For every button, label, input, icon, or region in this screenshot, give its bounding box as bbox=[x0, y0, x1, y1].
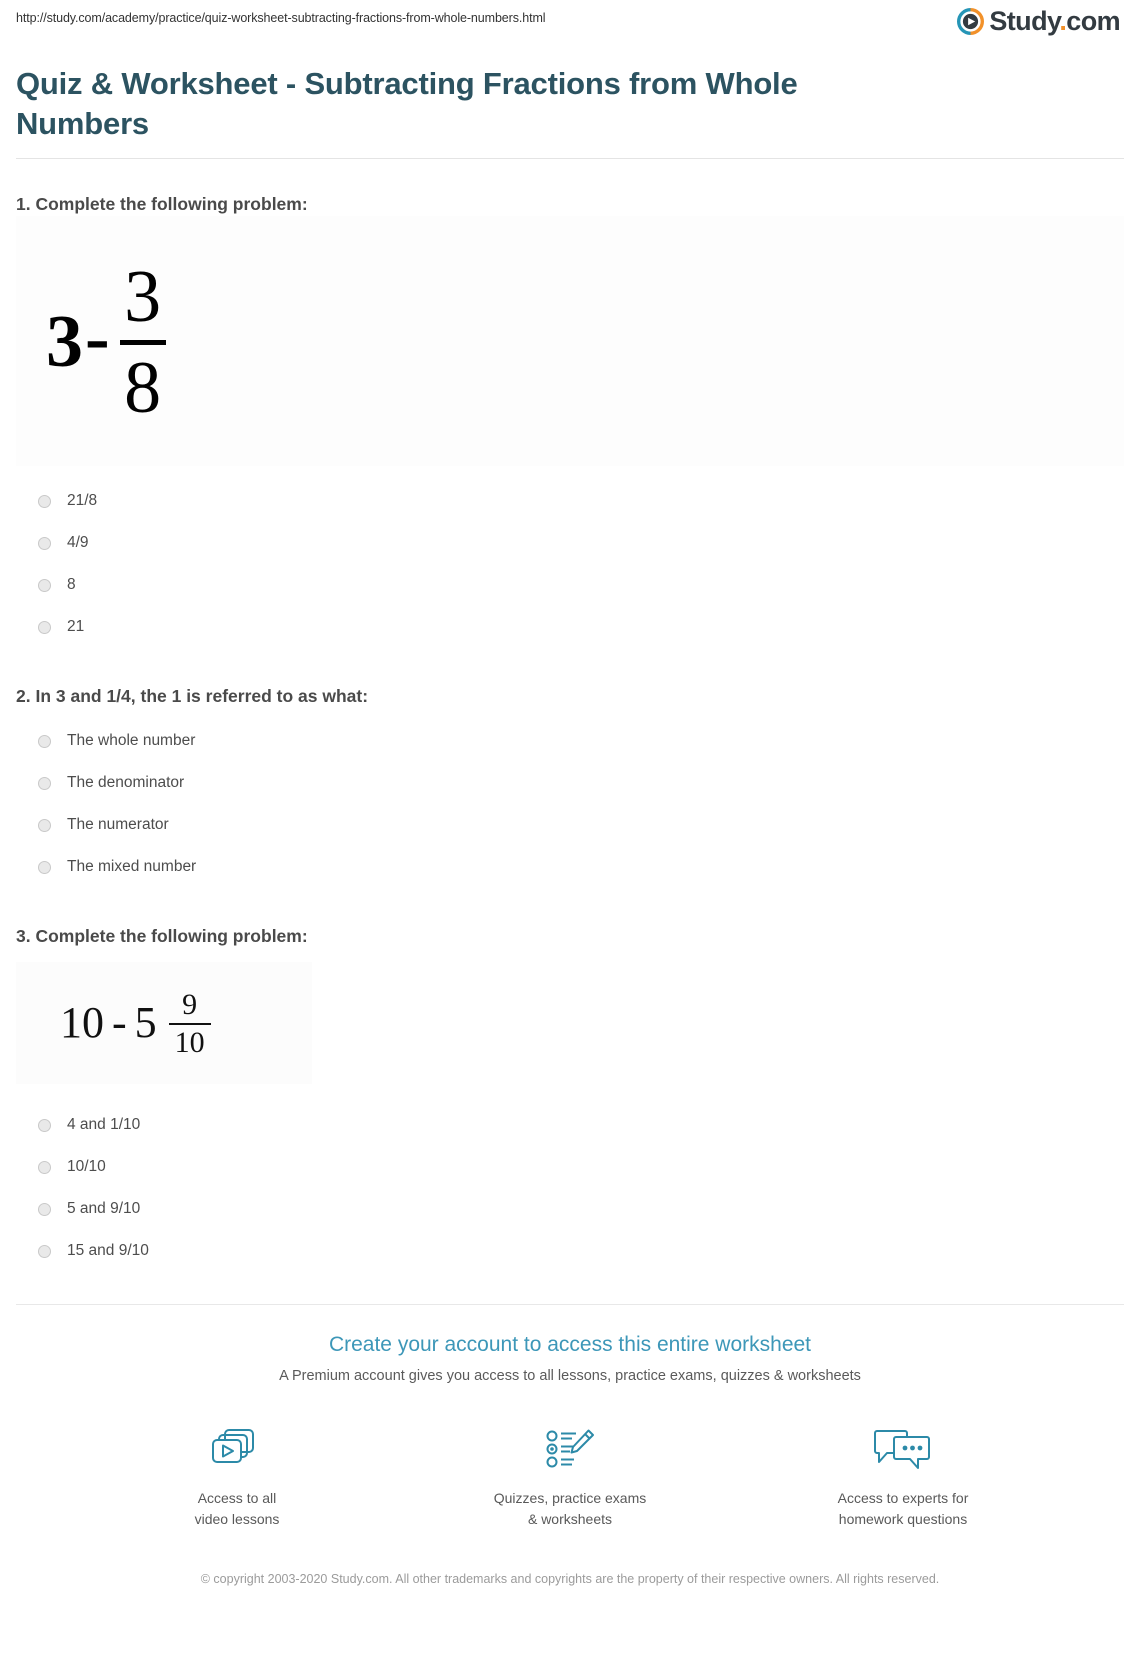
radio-button-icon[interactable] bbox=[38, 1244, 51, 1258]
question-1-options: 21/8 4/9 8 21 bbox=[16, 480, 1124, 648]
option-row[interactable]: 4/9 bbox=[16, 522, 1124, 564]
option-label: 21/8 bbox=[67, 492, 98, 509]
radio-button-icon[interactable] bbox=[38, 776, 51, 790]
option-row[interactable]: 21 bbox=[16, 606, 1124, 648]
math3-numerator: 9 bbox=[182, 988, 198, 1021]
study-com-logo[interactable]: Study.com bbox=[957, 8, 1121, 35]
promo-features: Access to all video lessons Quizzes, pra… bbox=[16, 1424, 1124, 1530]
radio-button-icon[interactable] bbox=[38, 578, 51, 592]
radio-button-icon[interactable] bbox=[38, 860, 51, 874]
option-row[interactable]: 5 and 9/10 bbox=[16, 1188, 1124, 1230]
premium-promo: Create your account to access this entir… bbox=[16, 1305, 1124, 1589]
option-row[interactable]: The whole number bbox=[16, 720, 1124, 762]
page-url: http://study.com/academy/practice/quiz-w… bbox=[16, 11, 546, 25]
math1-denominator: 8 bbox=[124, 346, 162, 429]
option-label: The whole number bbox=[67, 732, 196, 749]
option-label: The denominator bbox=[67, 774, 185, 791]
page-header: http://study.com/academy/practice/quiz-w… bbox=[16, 0, 1124, 52]
option-row[interactable]: The numerator bbox=[16, 804, 1124, 846]
radio-button-icon[interactable] bbox=[38, 1202, 51, 1216]
play-circle-icon bbox=[957, 8, 985, 35]
option-row[interactable]: The mixed number bbox=[16, 846, 1124, 888]
question-3-options: 4 and 1/10 10/10 5 and 9/10 15 and 9/10 bbox=[16, 1104, 1124, 1272]
page-title: Quiz & Worksheet - Subtracting Fractions… bbox=[16, 66, 798, 141]
promo-subtitle: A Premium account gives you access to al… bbox=[279, 1368, 861, 1384]
option-label: 4/9 bbox=[67, 534, 89, 551]
option-row[interactable]: 4 and 1/10 bbox=[16, 1104, 1124, 1146]
math-expression-10-minus-5-and-9-10: 10 - 5 9 10 bbox=[16, 962, 312, 1084]
question-2-prompt: 2. In 3 and 1/4, the 1 is referred to as… bbox=[16, 686, 369, 706]
logo-word-study: Study bbox=[989, 6, 1060, 36]
quiz-pencil-icon bbox=[544, 1424, 596, 1476]
feature-label: Access to all video lessons bbox=[194, 1490, 280, 1527]
radio-button-icon[interactable] bbox=[38, 1118, 51, 1132]
question-1-prompt: 1. Complete the following problem: bbox=[16, 194, 308, 214]
radio-button-icon[interactable] bbox=[38, 536, 51, 550]
math3-denominator: 10 bbox=[174, 1026, 205, 1059]
chat-bubbles-icon bbox=[874, 1424, 932, 1476]
option-label: The numerator bbox=[67, 816, 169, 833]
math3-whole-number: 10 bbox=[60, 998, 104, 1047]
math3-mixed-whole: 5 bbox=[134, 998, 157, 1047]
feature-video-lessons: Access to all video lessons bbox=[142, 1424, 332, 1530]
math1-numerator: 3 bbox=[124, 255, 162, 338]
option-row[interactable]: 15 and 9/10 bbox=[16, 1230, 1124, 1272]
option-label: 10/10 bbox=[67, 1158, 106, 1175]
math1-operator: - bbox=[85, 297, 110, 379]
radio-button-icon[interactable] bbox=[38, 1160, 51, 1174]
math3-fraction: 9 10 bbox=[168, 988, 211, 1059]
radio-button-icon[interactable] bbox=[38, 620, 51, 634]
logo-word-com: com bbox=[1066, 6, 1120, 36]
feature-label: Quizzes, practice exams & worksheets bbox=[493, 1490, 647, 1527]
option-row[interactable]: The denominator bbox=[16, 762, 1124, 804]
radio-button-icon[interactable] bbox=[38, 494, 51, 508]
math1-fraction: 3 8 bbox=[119, 255, 166, 429]
radio-button-icon[interactable] bbox=[38, 734, 51, 748]
option-row[interactable]: 21/8 bbox=[16, 480, 1124, 522]
option-label: 4 and 1/10 bbox=[67, 1116, 141, 1133]
option-label: 5 and 9/10 bbox=[67, 1200, 141, 1217]
math-expression-3-render: 10 - 5 9 10 bbox=[16, 988, 211, 1059]
math3-fraction-bar bbox=[168, 1023, 211, 1025]
copyright-notice: © copyright 2003-2020 Study.com. All oth… bbox=[200, 1572, 940, 1586]
option-row[interactable]: 10/10 bbox=[16, 1146, 1124, 1188]
video-lessons-icon bbox=[211, 1424, 263, 1476]
feature-quizzes-worksheets: Quizzes, practice exams & worksheets bbox=[475, 1424, 665, 1530]
radio-button-icon[interactable] bbox=[38, 818, 51, 832]
question-3-prompt: 3. Complete the following problem: bbox=[16, 926, 308, 946]
math3-operator: - bbox=[112, 998, 127, 1047]
question-2-options: The whole number The denominator The num… bbox=[16, 720, 1124, 888]
logo-wordmark: Study.com bbox=[989, 8, 1120, 35]
feature-expert-help: Access to experts for homework questions bbox=[808, 1424, 998, 1530]
option-label: 21 bbox=[67, 618, 85, 635]
option-label: 8 bbox=[67, 576, 76, 593]
math-expression-1-render: 3 - 3 8 bbox=[16, 252, 1124, 432]
option-label: 15 and 9/10 bbox=[67, 1242, 149, 1259]
feature-label: Access to experts for homework questions bbox=[837, 1490, 969, 1527]
option-label: The mixed number bbox=[67, 858, 197, 875]
math1-fraction-bar bbox=[119, 339, 166, 345]
math1-whole-number: 3 bbox=[46, 301, 83, 383]
math-expression-3-minus-3-8: 3 - 3 8 bbox=[16, 216, 1124, 466]
worksheet-page: http://study.com/academy/practice/quiz-w… bbox=[0, 0, 1140, 1655]
promo-title[interactable]: Create your account to access this entir… bbox=[16, 1332, 1124, 1358]
option-row[interactable]: 8 bbox=[16, 564, 1124, 606]
